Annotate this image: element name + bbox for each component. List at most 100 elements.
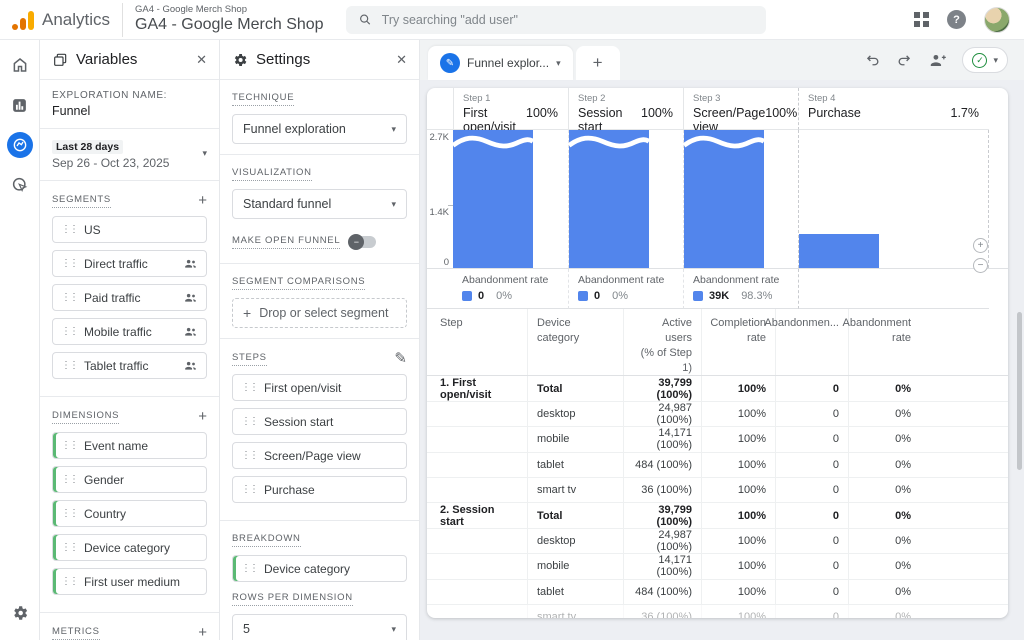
- drag-handle-icon[interactable]: ⋮⋮: [241, 563, 257, 574]
- settings-panel: Settings ✕ TECHNIQUE Funnel exploration …: [220, 40, 420, 640]
- funnel-bar-step-3[interactable]: [684, 130, 764, 268]
- rows-per-dimension-select[interactable]: 5 ▾: [232, 614, 407, 640]
- dimensions-label: DIMENSIONS: [52, 410, 119, 424]
- share-user-icon[interactable]: [928, 51, 947, 70]
- people-icon: [183, 358, 198, 373]
- close-settings-icon[interactable]: ✕: [396, 52, 407, 68]
- undo-icon[interactable]: [864, 52, 881, 69]
- breadcrumb: GA4 - Google Merch Shop: [135, 5, 324, 16]
- drag-handle-icon[interactable]: ⋮⋮: [241, 484, 257, 495]
- apps-grid-icon[interactable]: [914, 12, 929, 27]
- table-row: desktop24,987 (100%)100%00%: [427, 402, 1008, 427]
- drag-handle-icon[interactable]: ⋮⋮: [61, 292, 77, 303]
- add-segment-icon[interactable]: +: [198, 193, 207, 208]
- abandonment-step-2: Abandonment rate 00%: [568, 269, 683, 309]
- admin-gear-icon[interactable]: [7, 600, 33, 626]
- date-range: Sep 26 - Oct 23, 2025: [52, 156, 202, 170]
- drag-handle-icon[interactable]: ⋮⋮: [241, 382, 257, 393]
- make-open-funnel-toggle[interactable]: −: [350, 236, 376, 248]
- technique-label: TECHNIQUE: [232, 92, 294, 106]
- nav-reports-icon[interactable]: [7, 92, 33, 118]
- segment-chip[interactable]: ⋮⋮ US: [52, 216, 207, 243]
- tab-funnel-exploration[interactable]: ✎ Funnel explor... ▾: [428, 46, 573, 80]
- dimension-chip[interactable]: ⋮⋮Gender: [52, 466, 207, 493]
- funnel-data-table: Step Device category Active users(% of S…: [427, 309, 1008, 618]
- dimension-chip[interactable]: ⋮⋮Event name: [52, 432, 207, 459]
- step-chip[interactable]: ⋮⋮Session start: [232, 408, 407, 435]
- account-switcher[interactable]: GA4 - Google Merch Shop GA4 - Google Mer…: [135, 5, 324, 34]
- segment-chip[interactable]: ⋮⋮ Direct traffic: [52, 250, 207, 277]
- y-axis: 2.7K 1.4K 0: [427, 130, 453, 268]
- scrollbar[interactable]: [1017, 312, 1022, 470]
- save-status-button[interactable]: ✓ ▾: [962, 47, 1008, 73]
- toggle-knob: −: [348, 234, 364, 250]
- funnel-bar-step-1[interactable]: [453, 130, 533, 268]
- new-tab-button[interactable]: +: [576, 46, 620, 80]
- redo-icon[interactable]: [896, 52, 913, 69]
- dimension-chip[interactable]: ⋮⋮Device category: [52, 534, 207, 561]
- nav-home-icon[interactable]: [7, 52, 33, 78]
- edit-steps-icon[interactable]: ✎: [394, 351, 407, 366]
- table-header-row: Step Device category Active users(% of S…: [427, 309, 1008, 376]
- nav-advertising-icon[interactable]: [7, 172, 33, 198]
- drag-handle-icon[interactable]: ⋮⋮: [61, 326, 77, 337]
- zoom-out-icon[interactable]: −: [973, 258, 988, 273]
- table-row: mobile14,171 (100%)100%00%: [427, 554, 1008, 579]
- dimension-chip[interactable]: ⋮⋮Country: [52, 500, 207, 527]
- drag-handle-icon[interactable]: ⋮⋮: [61, 576, 77, 587]
- edit-tab-icon[interactable]: ✎: [440, 53, 460, 73]
- exploration-name-label: EXPLORATION NAME:: [52, 90, 207, 101]
- add-metric-icon[interactable]: +: [198, 625, 207, 640]
- segments-label: SEGMENTS: [52, 194, 111, 208]
- exploration-name-value[interactable]: Funnel: [52, 104, 207, 118]
- variables-icon: [52, 52, 68, 68]
- property-title: GA4 - Google Merch Shop: [135, 16, 324, 34]
- search-input[interactable]: [382, 13, 754, 27]
- drag-handle-icon[interactable]: ⋮⋮: [61, 258, 77, 269]
- breakdown-chip[interactable]: ⋮⋮Device category: [232, 555, 407, 582]
- visualization-label: VISUALIZATION: [232, 167, 312, 181]
- step-chip[interactable]: ⋮⋮First open/visit: [232, 374, 407, 401]
- drag-handle-icon[interactable]: ⋮⋮: [61, 542, 77, 553]
- settings-gear-icon: [232, 52, 248, 68]
- people-icon: [183, 324, 198, 339]
- nav-rail: [0, 40, 40, 640]
- steps-label: STEPS: [232, 352, 267, 366]
- table-row: tablet484 (100%)100%00%: [427, 580, 1008, 605]
- visualization-select[interactable]: Standard funnel ▾: [232, 189, 407, 219]
- metrics-label: METRICS: [52, 626, 100, 640]
- drag-handle-icon[interactable]: ⋮⋮: [61, 360, 77, 371]
- help-icon[interactable]: ?: [947, 10, 966, 29]
- drag-handle-icon[interactable]: ⋮⋮: [61, 440, 77, 451]
- abandonment-step-1: Abandonment rate 00%: [453, 269, 568, 309]
- funnel-bar-step-2[interactable]: [569, 130, 649, 268]
- segment-comparisons-dropzone[interactable]: + Drop or select segment: [232, 298, 407, 328]
- zoom-in-icon[interactable]: +: [973, 238, 988, 253]
- step-chip[interactable]: ⋮⋮Purchase: [232, 476, 407, 503]
- search-bar[interactable]: [346, 6, 766, 34]
- chevron-down-icon: ▾: [391, 124, 396, 135]
- funnel-bar-step-4[interactable]: [799, 234, 879, 269]
- drag-handle-icon[interactable]: ⋮⋮: [61, 224, 77, 235]
- avatar[interactable]: [984, 7, 1010, 33]
- segment-chip[interactable]: ⋮⋮ Tablet traffic: [52, 352, 207, 379]
- drag-handle-icon[interactable]: ⋮⋮: [241, 416, 257, 427]
- check-circle-icon: ✓: [972, 53, 987, 68]
- table-row: tablet484 (100%)100%00%: [427, 453, 1008, 478]
- settings-title: Settings: [256, 51, 388, 68]
- breakdown-label: BREAKDOWN: [232, 533, 301, 547]
- add-dimension-icon[interactable]: +: [198, 409, 207, 424]
- people-icon: [183, 256, 198, 271]
- segment-chip[interactable]: ⋮⋮ Paid traffic: [52, 284, 207, 311]
- technique-select[interactable]: Funnel exploration ▾: [232, 114, 407, 144]
- segment-chip[interactable]: ⋮⋮ Mobile traffic: [52, 318, 207, 345]
- date-range-picker[interactable]: Last 28 days Sep 26 - Oct 23, 2025 ▾: [52, 137, 207, 170]
- funnel-chart: 2.7K 1.4K 0: [427, 130, 1008, 269]
- close-variables-icon[interactable]: ✕: [196, 52, 207, 68]
- drag-handle-icon[interactable]: ⋮⋮: [241, 450, 257, 461]
- nav-explore-icon[interactable]: [7, 132, 33, 158]
- step-chip[interactable]: ⋮⋮Screen/Page view: [232, 442, 407, 469]
- drag-handle-icon[interactable]: ⋮⋮: [61, 508, 77, 519]
- dimension-chip[interactable]: ⋮⋮First user medium: [52, 568, 207, 595]
- drag-handle-icon[interactable]: ⋮⋮: [61, 474, 77, 485]
